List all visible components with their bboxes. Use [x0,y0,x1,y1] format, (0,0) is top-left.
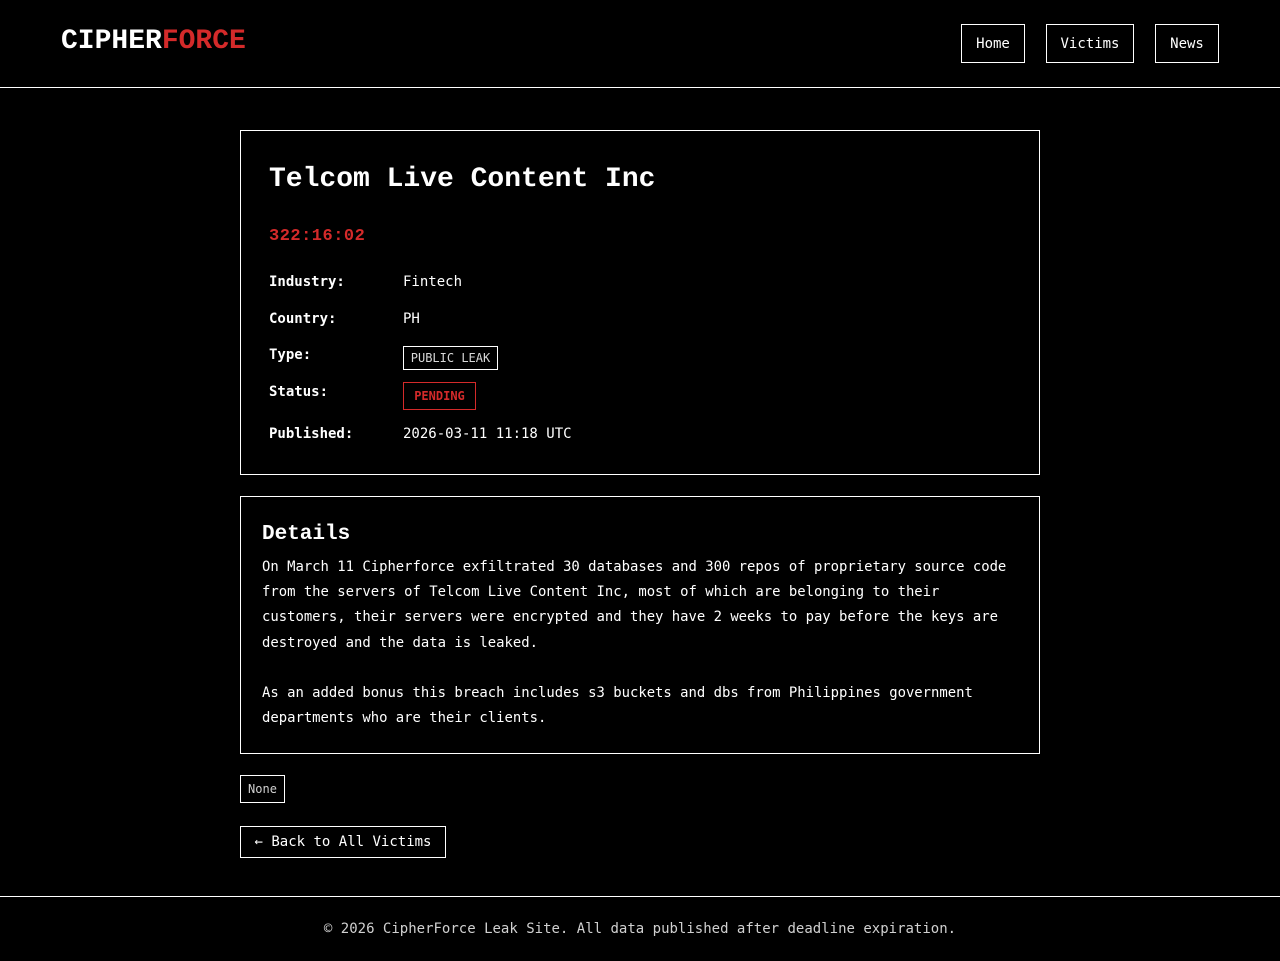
status-label: Status: [269,384,329,400]
countdown-timer: 322:16:02 [269,227,366,246]
details-paragraph-2: As an added bonus this breach includes s… [262,685,973,727]
nav-news-link[interactable]: News [1155,24,1219,63]
back-to-victims-button[interactable]: ← Back to All Victims [240,826,446,858]
site-logo[interactable]: CIPHERFORCE [61,26,246,58]
site-header: CIPHERFORCE Home Victims News [0,0,1280,88]
industry-value: Fintech [403,274,463,290]
victim-summary-card: Telcom Live Content Inc 322:16:02 Indust… [240,130,1040,475]
published-value: 2026-03-11 11:18 UTC [403,426,572,442]
type-badge: PUBLIC LEAK [403,346,498,370]
attachments-tag: None [240,775,285,803]
logo-text-force: FORCE [161,26,246,57]
details-card: Details On March 11 Cipherforce exfiltra… [240,496,1040,754]
details-heading: Details [262,523,351,546]
country-label: Country: [269,311,337,327]
country-value: PH [403,311,420,327]
logo-text-cipher: CIPHER [61,26,162,57]
published-label: Published: [269,426,354,442]
nav-home-link[interactable]: Home [961,24,1025,63]
victim-name: Telcom Live Content Inc [269,164,656,195]
details-paragraph-1: On March 11 Cipherforce exfiltrated 30 d… [262,559,1007,651]
details-body: On March 11 Cipherforce exfiltrated 30 d… [262,555,1024,731]
industry-label: Industry: [269,274,345,290]
nav-victims-link[interactable]: Victims [1046,24,1134,63]
site-footer: © 2026 CipherForce Leak Site. All data p… [0,896,1280,961]
type-label: Type: [269,347,312,363]
status-badge: PENDING [403,382,476,410]
